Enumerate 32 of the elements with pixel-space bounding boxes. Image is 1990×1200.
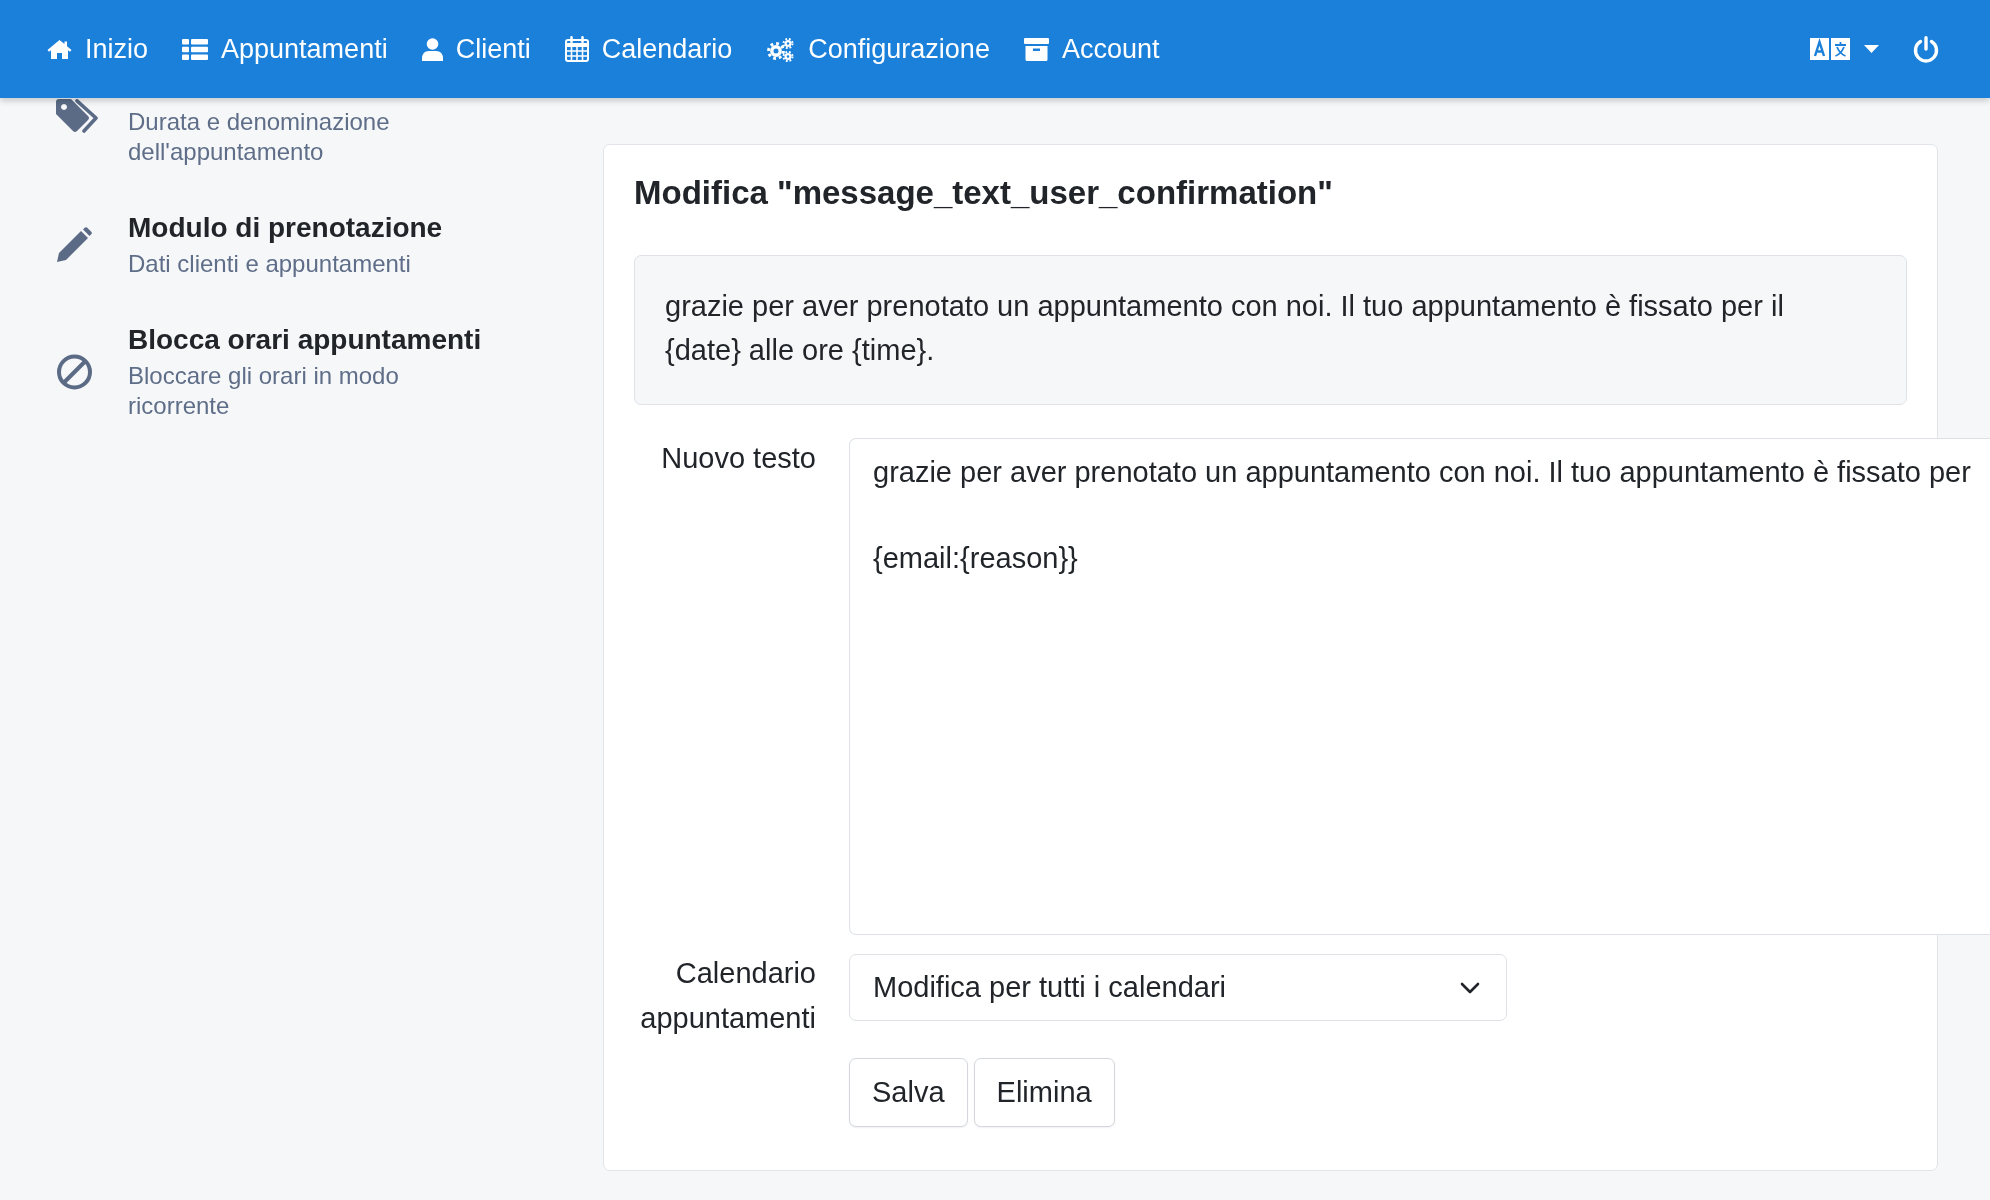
gears-icon <box>766 36 796 62</box>
ban-icon <box>56 353 93 390</box>
text-area-field[interactable]: grazie per aver prenotato un appuntamento con noi. Il tuo appuntamento è fissato per {email:{reason}} <box>849 438 1990 935</box>
list-icon <box>182 38 209 60</box>
pencil-icon <box>56 226 93 263</box>
user-icon <box>421 37 443 61</box>
field-label: Nuovo testo <box>661 441 816 476</box>
nav-link[interactable]: Inizio <box>47 33 149 65</box>
delete-button[interactable]: Elimina <box>973 1058 1115 1127</box>
archive-box-icon <box>1023 37 1049 61</box>
nav-link[interactable]: Calendario <box>564 33 733 65</box>
sidebar-description: Durata e denominazione dell'appuntamento <box>128 107 391 167</box>
translate-icon <box>1810 38 1850 60</box>
nav-link[interactable]: Account <box>1023 33 1160 65</box>
calendar-select[interactable]: Modifica per tutti i calendari <box>849 954 1507 1021</box>
power-icon <box>1912 35 1940 63</box>
nav-link[interactable]: Configurazione <box>766 33 990 65</box>
message-preview-text: grazie per aver prenotato un appuntamento con noi. Il tuo appuntamento è fissato per il {date} alle ore {time}. <box>665 289 1785 368</box>
caret-down-icon <box>1864 45 1879 53</box>
tags-icon <box>56 99 101 135</box>
calendar-icon <box>564 36 589 62</box>
chevron-down-icon <box>1460 981 1480 994</box>
sidebar-description: Dati clienti e appuntamenti <box>128 249 411 279</box>
save-button[interactable]: Salva <box>849 1058 968 1127</box>
field-label: Calendario appuntamenti <box>639 956 816 1036</box>
card-title: Modifica "message_text_user_confirmation" <box>634 173 1333 213</box>
nav-link[interactable]: Clienti <box>421 33 531 65</box>
sidebar-link[interactable]: Modulo di prenotazione <box>128 210 443 246</box>
nav-link[interactable]: Appuntamenti <box>182 33 388 65</box>
sidebar-description: Bloccare gli orari in modo ricorrente <box>128 361 400 421</box>
home-icon <box>47 38 72 60</box>
sidebar-link[interactable]: Blocca orari appuntamenti <box>128 322 482 358</box>
